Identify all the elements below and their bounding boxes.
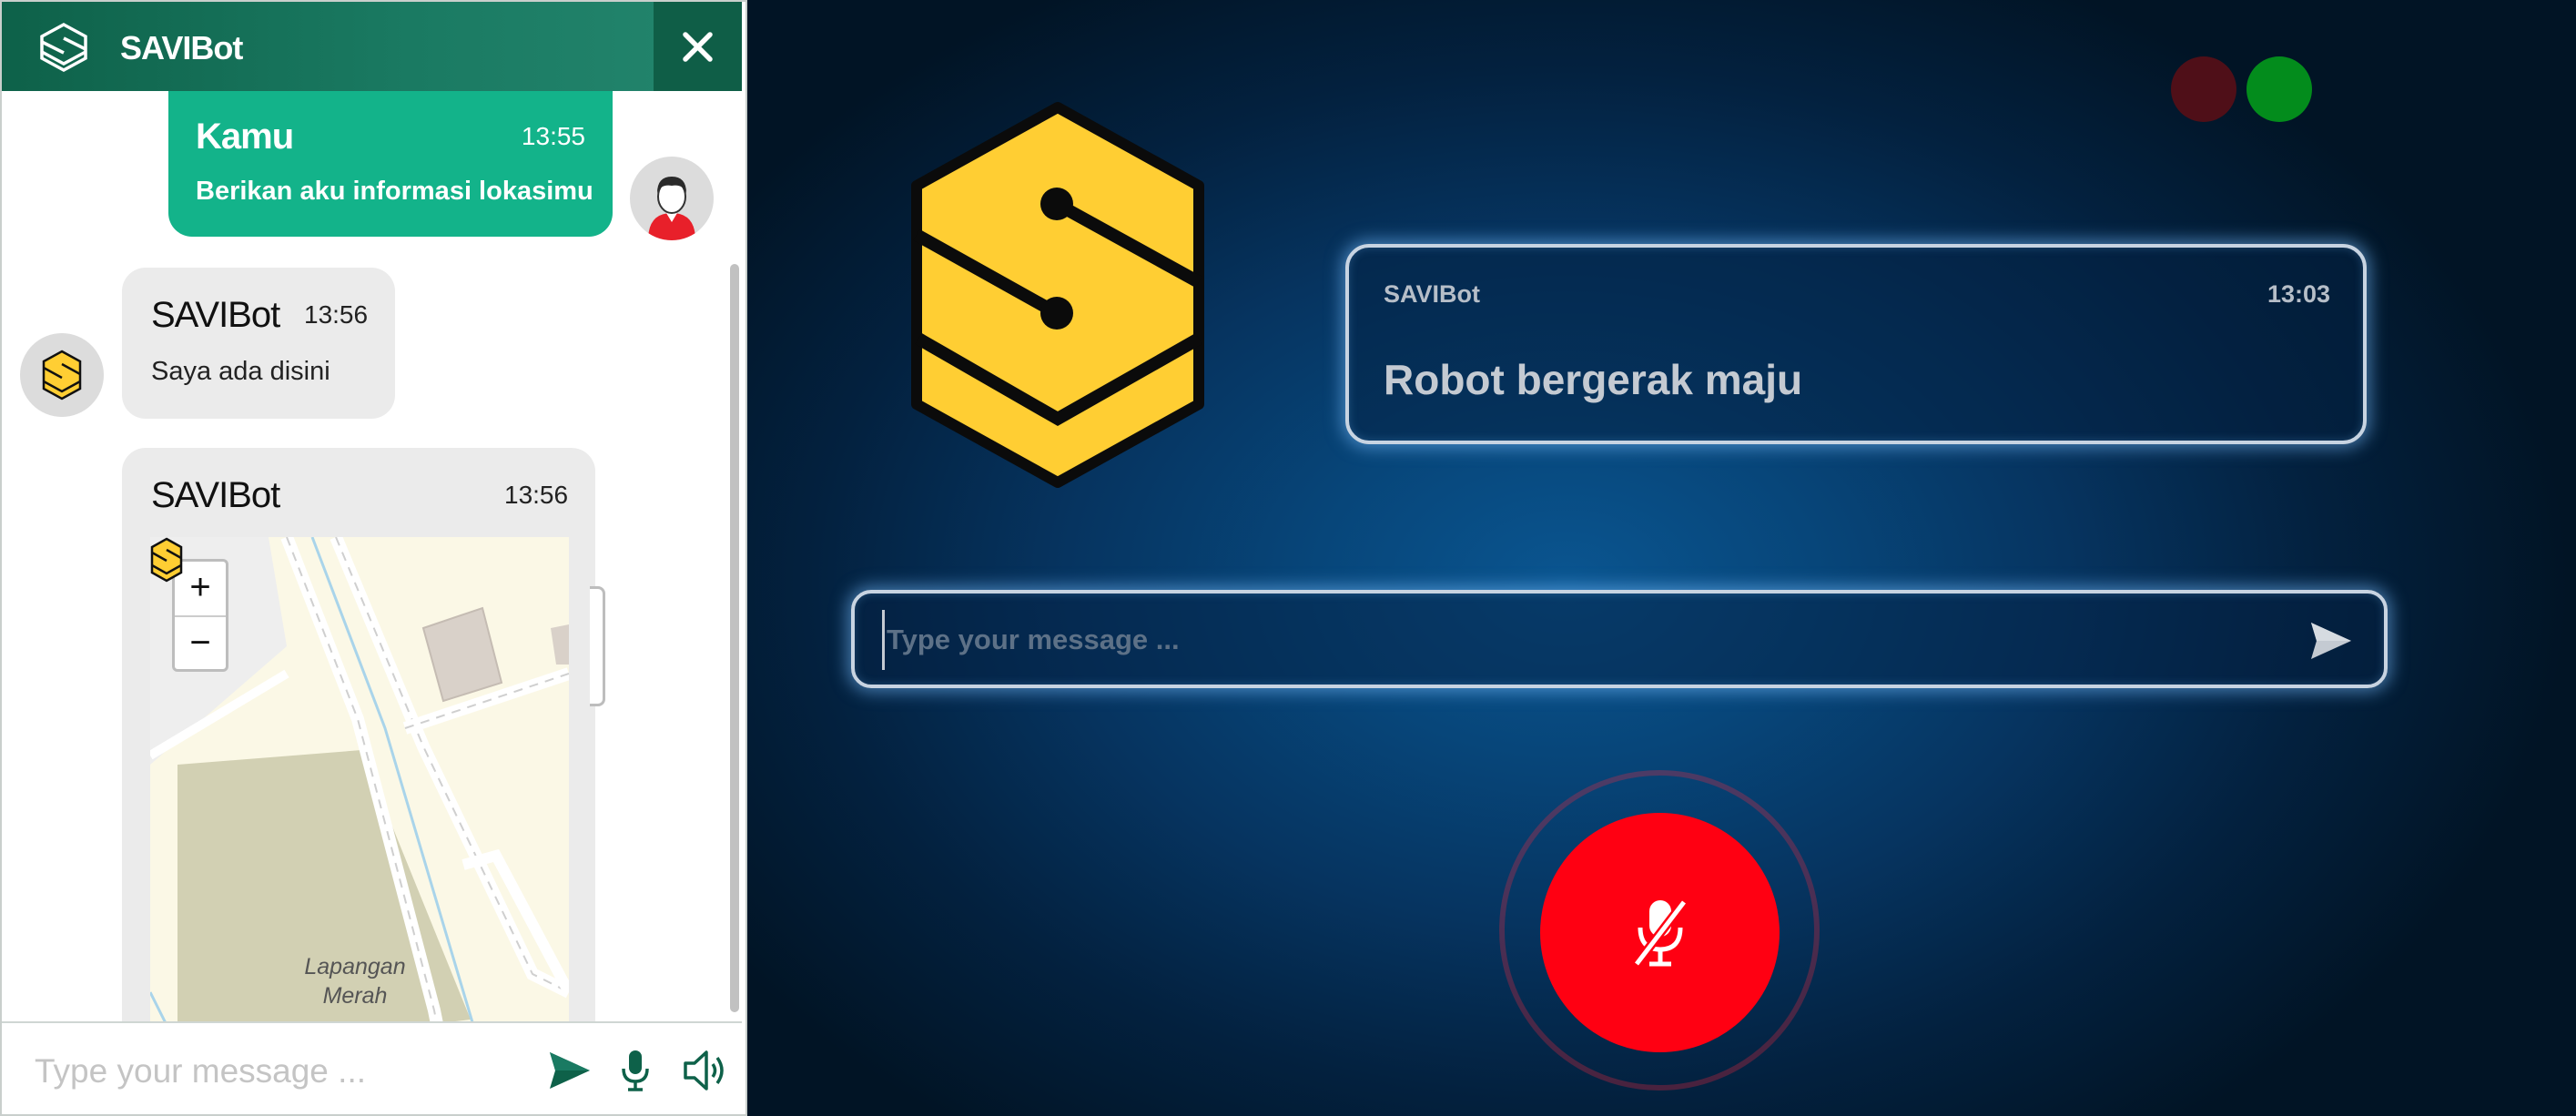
chat-title: SAVIBot — [120, 29, 243, 66]
bot-avatar — [20, 333, 104, 417]
chat-messages[interactable]: Kamu 13:55 Berikan aku informasi lokasim… — [2, 91, 742, 1021]
savibot-logo-icon — [40, 23, 87, 72]
bot-response-bubble: SAVIBot 13:03 Robot bergerak maju — [1345, 244, 2367, 444]
message-sender: SAVIBot — [151, 295, 280, 335]
send-icon[interactable] — [2309, 621, 2353, 661]
bubble-sender: SAVIBot — [1384, 280, 1480, 308]
close-icon — [683, 32, 713, 62]
bubble-time: 13:03 — [2267, 280, 2330, 308]
robot-dashboard: SAVIBot 13:03 Robot bergerak maju — [747, 0, 2576, 1116]
close-button[interactable] — [654, 2, 742, 91]
status-indicator-green — [2246, 56, 2312, 122]
message-time: 13:56 — [504, 481, 569, 509]
map-place-label: Lapangan Merah — [304, 954, 406, 1009]
chat-header: SAVIBot — [2, 2, 742, 91]
message-time: 13:55 — [521, 122, 585, 150]
message-time: 13:56 — [304, 300, 369, 329]
send-icon[interactable] — [548, 1050, 592, 1091]
status-indicator-red — [2171, 56, 2236, 122]
message-text: Saya ada disini — [151, 357, 330, 386]
map-popup-edge — [590, 586, 605, 706]
zoom-out-button[interactable]: − — [175, 617, 226, 671]
user-avatar-icon — [648, 177, 695, 240]
main-message-box — [851, 590, 2388, 688]
location-map[interactable]: + − Lapangan Merah — [150, 537, 569, 1021]
message-sender: Kamu — [196, 117, 294, 157]
bubble-text: Robot bergerak maju — [1384, 356, 1803, 403]
message-sender: SAVIBot — [151, 475, 280, 515]
savibot-logo-icon — [42, 350, 82, 401]
chat-widget: SAVIBot Kamu 13:55 Berikan aku informasi… — [0, 0, 747, 1116]
savibot-logo-icon — [911, 102, 1204, 488]
chat-message-input[interactable] — [33, 1043, 528, 1100]
mic-toggle-button[interactable] — [1540, 813, 1780, 1052]
speaker-icon[interactable] — [683, 1049, 728, 1092]
scrollbar[interactable] — [730, 264, 739, 1012]
mic-off-icon — [1633, 898, 1688, 968]
message-text: Berikan aku informasi lokasimu — [196, 177, 593, 206]
bot-message: SAVIBot 13:56 Saya ada disini — [122, 268, 395, 419]
user-avatar — [630, 157, 714, 240]
robot-location-marker-icon[interactable] — [150, 537, 183, 583]
bot-map-message: SAVIBot 13:56 + − Lapangan Merah — [122, 448, 595, 1021]
user-message: Kamu 13:55 Berikan aku informasi lokasim… — [168, 91, 613, 237]
microphone-icon[interactable] — [621, 1049, 650, 1092]
chat-input-bar — [2, 1021, 742, 1114]
main-message-input[interactable] — [882, 610, 2272, 670]
